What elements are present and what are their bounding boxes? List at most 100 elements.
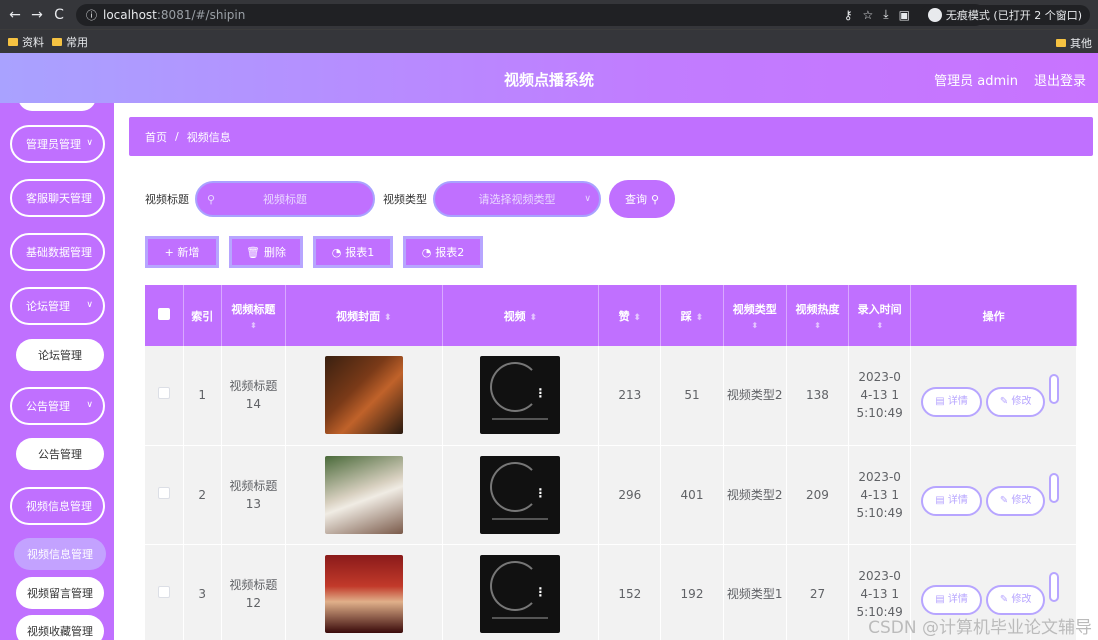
row-like: 296 [598,445,662,545]
title-search-input[interactable]: ⚲ 视频标题 [195,181,375,217]
logout-link[interactable]: 退出登录 [1034,70,1086,89]
sort-icon[interactable]: ⬍ [222,321,285,330]
incognito-badge[interactable]: 无痕模式 (已打开 2 个窗口) [919,4,1090,25]
sort-icon[interactable]: ⬍ [633,313,641,323]
sort-icon[interactable]: ⬍ [384,313,392,323]
breadcrumb-home[interactable]: 首页 [145,129,167,145]
bookmark-folder[interactable]: 资料 [8,34,44,50]
back-icon[interactable]: ← [4,7,26,23]
sidebar-item-notice[interactable]: 公告管理 [16,438,104,470]
report2-label: 报表2 [435,246,465,259]
report2-button[interactable]: ◔ 报表2 [403,236,483,268]
sidebar-menu-label: 管理员管理 [26,138,81,151]
star-icon[interactable]: ☆ [863,8,874,22]
col-heat[interactable]: 视频热度 ⬍ [786,285,850,346]
key-icon[interactable]: ⚷ [844,8,853,22]
more-button-partial[interactable] [1049,572,1060,602]
type-select[interactable]: 请选择视频类型 ∨ [433,181,601,217]
detail-button[interactable]: ▤ 详情 [921,386,982,417]
col-dislike[interactable]: 踩 ⬍ [660,285,724,346]
more-button-partial[interactable] [1049,373,1060,404]
video-player[interactable]: ⋮ [480,455,561,534]
other-bookmarks[interactable]: 其他 [1056,35,1092,51]
title-placeholder: 视频标题 [263,193,307,206]
bookmark-folder[interactable]: 常用 [52,34,88,50]
sidebar-menu-video[interactable]: 视频信息管理 [10,487,105,525]
sidebar-menu-forum[interactable]: 论坛管理 ∨ [10,287,105,325]
sidebar-menu-notice[interactable]: 公告管理 ∨ [10,387,105,425]
select-all-checkbox[interactable] [157,308,170,320]
folder-icon [1056,39,1066,47]
row-title: 视频标题13 [221,445,287,545]
sidebar-item-video-info[interactable]: 视频信息管理 [14,538,106,570]
query-button[interactable]: 查询 ⚲ [609,180,676,218]
video-player[interactable]: ⋮ [480,554,561,633]
detail-button[interactable]: ▤ 详情 [921,585,982,615]
col-title[interactable]: 视频标题 ⬍ [221,285,287,346]
edit-button[interactable]: ✎ 修改 [985,486,1046,516]
breadcrumb-current: 视频信息 [186,130,231,144]
more-button-partial[interactable] [1049,473,1060,503]
sidebar-item-video-comment[interactable]: 视频留言管理 [16,577,104,609]
row-type: 视频类型2 [723,445,787,545]
url-host: localhost [103,7,157,22]
edit-button[interactable]: ✎ 修改 [985,585,1046,615]
table-header-row: 索引 视频标题 ⬍ 视频封面 ⬍ 视频 ⬍ 赞 ⬍ 踩 ⬍ 视频类型 ⬍ 视频热度 ⬍… [145,285,1077,346]
col-time[interactable]: 录入时间 ⬍ [848,285,912,346]
row-checkbox[interactable] [157,585,170,598]
video-cover-image[interactable] [324,356,403,435]
sort-icon[interactable]: ⬍ [849,321,910,330]
report1-button[interactable]: ◔ 报表1 [313,236,393,268]
col-index: 索引 [183,285,222,346]
sidebar-menu-basedata[interactable]: 基础数据管理 [10,233,105,271]
col-video[interactable]: 视频 ⬍ [442,285,600,346]
video-progress-bar[interactable] [492,517,549,520]
query-label: 查询 [625,193,647,206]
forward-icon[interactable]: → [26,7,48,23]
more-options-icon[interactable]: ⋮ [534,583,546,601]
row-type: 视频类型2 [723,346,787,446]
col-label: 视频标题 [231,303,276,316]
more-options-icon[interactable]: ⋮ [534,484,546,502]
col-type[interactable]: 视频类型 ⬍ [723,285,787,346]
sidebar-item-partial[interactable] [18,103,96,111]
watermark: CSDN @计算机毕业论文辅导 [868,618,1092,638]
sort-icon[interactable]: ⬍ [787,321,848,330]
video-player[interactable]: ⋮ [480,356,561,435]
edit-button[interactable]: ✎ 修改 [985,386,1046,417]
sort-icon[interactable]: ⬍ [696,313,704,323]
col-like[interactable]: 赞 ⬍ [598,285,662,346]
row-video-cell: ⋮ [442,445,600,545]
row-checkbox[interactable] [157,387,170,400]
sidebar-item-video-favorite[interactable]: 视频收藏管理 [16,615,104,640]
add-button[interactable]: + 新增 [145,236,219,268]
reload-icon[interactable]: C [48,7,70,23]
video-cover-image[interactable] [324,455,403,534]
site-info-icon[interactable]: ⓘ [86,7,97,23]
sort-icon[interactable]: ⬍ [530,313,538,323]
video-progress-bar[interactable] [492,616,549,619]
sidebar-item-forum[interactable]: 论坛管理 [16,339,104,371]
row-type: 视频类型1 [723,544,787,640]
sidebar-menu-admin[interactable]: 管理员管理 ∨ [10,125,105,163]
row-heat: 27 [786,544,850,640]
row-select-cell [145,346,184,446]
url-path: :8081/#/shipin [156,7,246,22]
download-icon[interactable]: ⤓ [883,7,888,22]
delete-button[interactable]: 🗑 删除 [229,236,303,268]
sidebar-menu-label: 论坛管理 [26,300,70,313]
folder-icon [8,37,18,46]
col-label: 踩 [680,309,692,323]
detail-button[interactable]: ▤ 详情 [921,486,982,516]
video-progress-bar[interactable] [492,418,549,421]
more-options-icon[interactable]: ⋮ [534,384,546,402]
sidepanel-icon[interactable]: ▣ [899,8,910,22]
chevron-down-icon: ∨ [86,400,93,410]
col-label: 视频 [503,309,526,323]
video-cover-image[interactable] [324,554,403,633]
edit-label: 修改 [1011,594,1032,605]
col-cover[interactable]: 视频封面 ⬍ [285,285,443,346]
sort-icon[interactable]: ⬍ [724,321,786,330]
row-checkbox[interactable] [157,486,170,499]
sidebar-menu-chat[interactable]: 客服聊天管理 [10,179,105,217]
